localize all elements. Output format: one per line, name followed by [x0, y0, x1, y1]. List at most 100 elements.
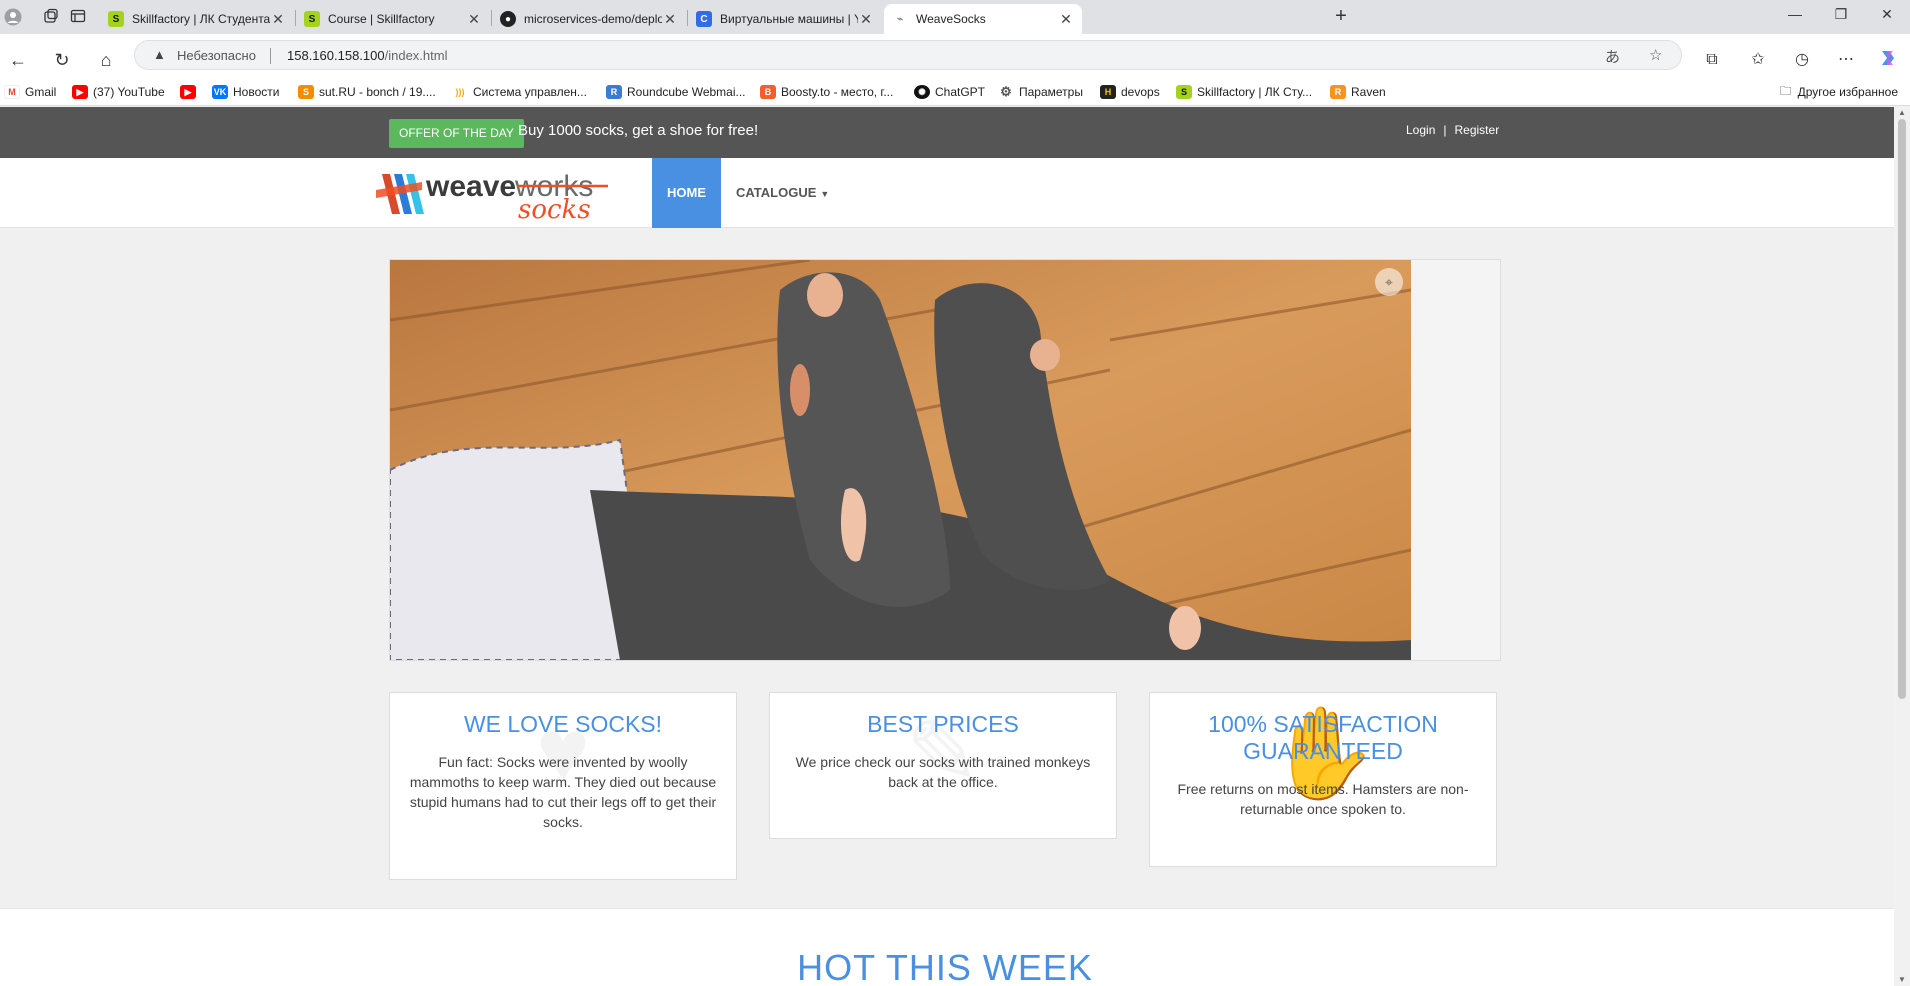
- url-host: 158.160.158.100: [287, 48, 385, 63]
- bookmark-label: Параметры: [1019, 85, 1083, 99]
- chatgpt-icon: ✺: [914, 85, 930, 99]
- feature-text: Fun fact: Socks were invented by woolly …: [409, 754, 717, 830]
- bookmark-sut[interactable]: Ssut.RU - bonch / 19....: [298, 82, 436, 102]
- close-icon[interactable]: ✕: [662, 11, 678, 28]
- security-status[interactable]: Небезопасно: [177, 48, 256, 63]
- scroll-down-icon[interactable]: ▼: [1898, 976, 1906, 984]
- extensions-icon[interactable]: ⧉: [1700, 48, 1724, 72]
- bookmark-news[interactable]: VK Новости: [212, 82, 279, 102]
- close-icon[interactable]: ✕: [270, 11, 286, 28]
- close-icon[interactable]: ✕: [466, 11, 482, 28]
- register-link[interactable]: Register: [1455, 123, 1500, 137]
- feature-card-best-prices: ✎ BEST PRICES We price check our socks w…: [769, 692, 1117, 839]
- bookmark-boosty[interactable]: B Boosty.to - место, г...: [760, 82, 893, 102]
- bookmark-gmail[interactable]: M Gmail: [4, 82, 56, 102]
- bookmark-youtube[interactable]: ▶ (37) YouTube: [72, 82, 165, 102]
- offer-text: Buy 1000 socks, get a shoe for free!: [518, 122, 759, 139]
- tab-github-microservices[interactable]: ● microservices-demo/deploy/dock ✕: [492, 4, 686, 34]
- github-icon: ●: [500, 11, 516, 27]
- read-aloud-icon[interactable]: あ: [1605, 46, 1620, 67]
- new-tab-button[interactable]: +: [1330, 6, 1352, 28]
- feature-title: WE LOVE SOCKS!: [463, 711, 663, 737]
- home-button[interactable]: ⌂: [94, 48, 118, 72]
- scrollbar-thumb[interactable]: [1898, 119, 1906, 699]
- scroll-up-icon[interactable]: ▲: [1898, 109, 1906, 117]
- bookmark-label: ChatGPT: [935, 85, 986, 99]
- bookmark-roundcube[interactable]: R Roundcube Webmai...: [606, 82, 746, 102]
- bookmark-label: Boosty.to - место, г...: [781, 85, 894, 99]
- bookmark-label: Система управлен...: [473, 85, 587, 99]
- url-text[interactable]: 158.160.158.100/index.html: [287, 48, 447, 63]
- bookmark-label: (37) YouTube: [93, 85, 165, 99]
- bookmark-settings[interactable]: ⚙ Параметры: [998, 82, 1083, 102]
- more-menu-icon[interactable]: ⋯: [1834, 48, 1858, 72]
- workspaces-icon[interactable]: [42, 8, 60, 26]
- system-icon: ))): [452, 85, 468, 99]
- address-bar[interactable]: ▲ Небезопасно 158.160.158.100/index.html…: [134, 40, 1682, 70]
- bookmark-label: Skillfactory | ЛК Сту...: [1197, 85, 1313, 99]
- favorites-bar: M Gmail ▶ (37) YouTube ▶ VK Новости Ssut.RU…: [0, 78, 1910, 106]
- bookmark-label: devops: [1121, 85, 1160, 99]
- raven-icon: R: [1330, 85, 1346, 99]
- bookmark-label: Gmail: [25, 85, 57, 99]
- nav-catalogue-label: CATALOGUE: [736, 185, 817, 200]
- page-scrollbar[interactable]: ▲ ▼: [1894, 107, 1910, 986]
- bookmark-system[interactable]: ))) Система управлен...: [452, 82, 587, 102]
- tab-course-skillfactory[interactable]: S Course | Skillfactory ✕: [296, 4, 490, 34]
- web-page: OFFER OF THE DAY Buy 1000 socks, get a s…: [0, 107, 1894, 986]
- youtube-icon: ▶: [180, 85, 196, 99]
- favorite-star-icon[interactable]: ☆: [1649, 46, 1662, 64]
- close-window-button[interactable]: ✕: [1872, 6, 1902, 28]
- login-link[interactable]: Login: [1406, 123, 1435, 137]
- bookmark-label: Новости: [233, 85, 280, 99]
- skillfactory-favicon-icon: S: [1176, 85, 1192, 99]
- bookmark-label: Roundcube Webmai...: [627, 85, 746, 99]
- page-favicon-icon: ⌁: [892, 11, 908, 27]
- vertical-tabs-icon[interactable]: [69, 8, 87, 26]
- bookmark-skillfactory[interactable]: S Skillfactory | ЛК Сту...: [1176, 82, 1312, 102]
- other-favorites-label: Другое избранное: [1797, 85, 1898, 99]
- tab-title: Skillfactory | ЛК Студента: [132, 12, 270, 26]
- boosty-icon: B: [760, 85, 776, 99]
- hero-carousel[interactable]: ⌖: [389, 259, 1501, 661]
- copilot-icon[interactable]: [1876, 48, 1900, 72]
- skillfactory-favicon-icon: S: [108, 11, 124, 27]
- warning-icon[interactable]: ▲: [153, 47, 166, 62]
- bookmark-raven[interactable]: R Raven: [1330, 82, 1386, 102]
- gear-icon: ⚙: [998, 84, 1014, 99]
- svg-text:weave: weave: [425, 170, 516, 203]
- feature-text: We price check our socks with trained mo…: [795, 754, 1091, 790]
- vk-icon: VK: [212, 85, 228, 99]
- bookmark-label: Raven: [1351, 85, 1386, 99]
- back-button[interactable]: ←: [6, 48, 30, 72]
- favorites-icon[interactable]: ✩: [1746, 48, 1770, 72]
- tab-yandex-cloud[interactable]: C Виртуальные машины | Yandex C ✕: [688, 4, 882, 34]
- close-icon[interactable]: ✕: [858, 11, 874, 28]
- bookmark-label: sut.RU - bonch / 19....: [319, 85, 436, 99]
- tab-skillfactory-lk[interactable]: S Skillfactory | ЛК Студента ✕: [100, 4, 294, 34]
- nav-home[interactable]: HOME: [652, 158, 721, 228]
- other-favorites-folder[interactable]: 🗀 Другое избранное: [1780, 82, 1898, 102]
- tab-title: Виртуальные машины | Yandex C: [720, 12, 858, 26]
- close-icon[interactable]: ✕: [1058, 11, 1074, 28]
- offer-badge[interactable]: OFFER OF THE DAY: [389, 119, 524, 148]
- weaveworks-socks-logo[interactable]: weave works socks: [372, 166, 612, 225]
- reload-button[interactable]: ↻: [50, 48, 74, 72]
- profile-icon[interactable]: [4, 8, 22, 26]
- history-icon[interactable]: ◷: [1790, 48, 1814, 72]
- offer-bar: OFFER OF THE DAY Buy 1000 socks, get a s…: [0, 107, 1894, 158]
- minimize-button[interactable]: —: [1780, 6, 1810, 28]
- nav-catalogue-dropdown[interactable]: CATALOGUE ▼: [736, 158, 829, 228]
- yandex-cloud-icon: C: [696, 11, 712, 27]
- visual-search-icon[interactable]: ⌖: [1375, 268, 1403, 296]
- tab-weavesocks[interactable]: ⌁ WeaveSocks ✕: [884, 4, 1082, 34]
- bookmark-devops[interactable]: Hdevops: [1100, 82, 1160, 102]
- svg-text:socks: socks: [518, 195, 591, 222]
- tab-title: WeaveSocks: [916, 12, 986, 26]
- sut-icon: S: [298, 85, 314, 99]
- bookmark-youtube-2[interactable]: ▶: [180, 82, 201, 102]
- bookmark-chatgpt[interactable]: ✺ ChatGPT: [914, 82, 985, 102]
- main-navbar: weave works socks HOME CATALOGUE ▼: [0, 158, 1894, 228]
- restore-button[interactable]: ❐: [1826, 6, 1856, 28]
- tab-title: Course | Skillfactory: [328, 12, 435, 26]
